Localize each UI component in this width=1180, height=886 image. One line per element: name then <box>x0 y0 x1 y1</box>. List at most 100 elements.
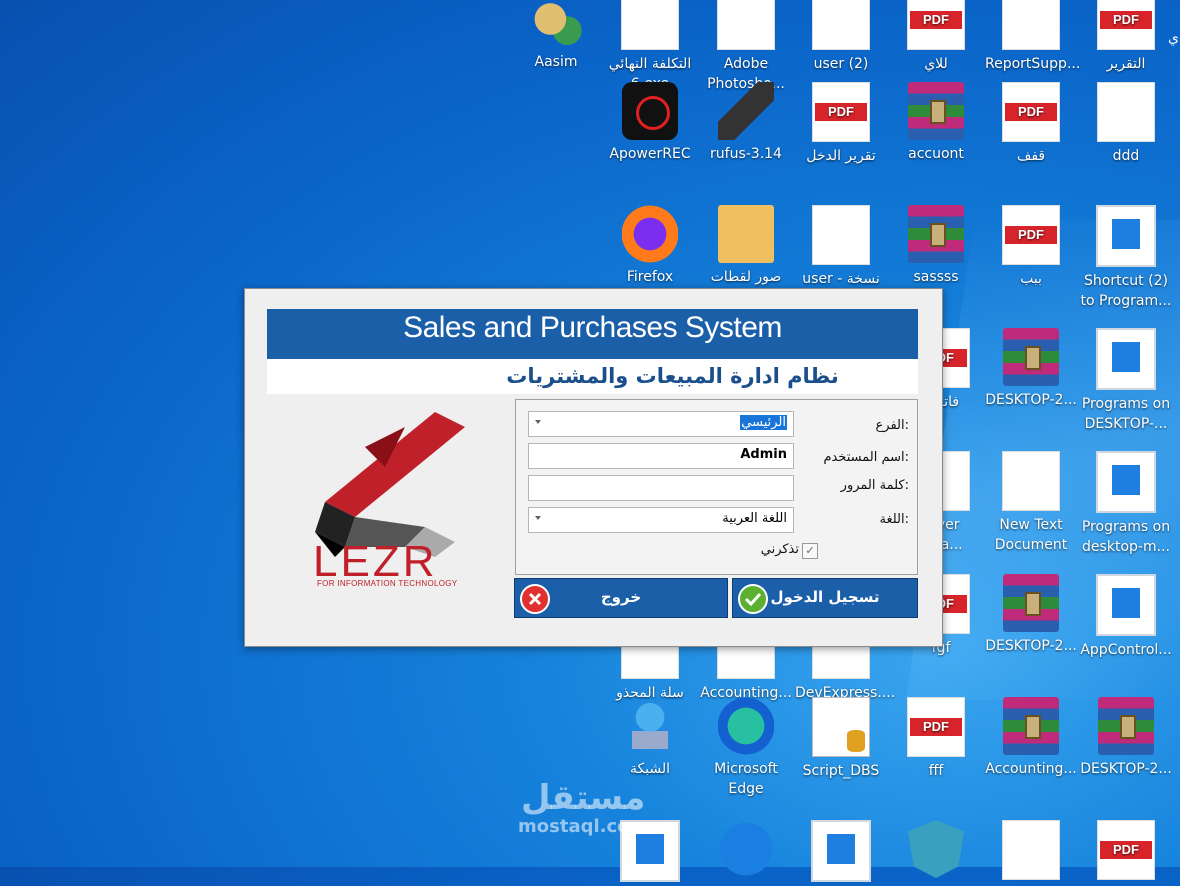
pdf-icon <box>1097 0 1155 50</box>
logo-subtitle: FOR INFORMATION TECHNOLOGY <box>317 579 458 588</box>
desktop-icon[interactable]: New Text Document <box>985 451 1077 555</box>
username-label: اسم المستخدم: <box>823 450 909 465</box>
archive-icon <box>1003 697 1059 755</box>
desktop-icon[interactable]: التكلفة النهائي 6.exe <box>604 0 696 94</box>
usb-icon <box>718 82 774 140</box>
pdf-icon <box>1002 205 1060 265</box>
title-banner: Sales and Purchases System نظام ادارة ال… <box>267 309 918 394</box>
desktop-icon[interactable]: DESKTOP-2... <box>985 574 1077 656</box>
desktop-icon-label: صور لقطات <box>710 269 782 285</box>
desktop-icon[interactable]: Firefox <box>604 205 696 287</box>
desktop-icon-label: fff <box>928 763 944 779</box>
login-button-label: تسجيل الدخول <box>770 588 880 606</box>
pdf-icon <box>907 697 965 757</box>
desktop-icon[interactable]: rufus-3.14 <box>700 82 792 164</box>
branch-select[interactable]: الرئيسي <box>528 411 794 437</box>
desktop-icon[interactable]: تقرير الدخل <box>795 82 887 166</box>
desktop-icon[interactable]: Accounting... <box>985 697 1077 779</box>
desktop-icon-label: DESKTOP-2... <box>1080 761 1172 777</box>
desktop-icon[interactable]: DESKTOP-2... <box>985 328 1077 410</box>
chevron-down-icon[interactable] <box>535 516 541 520</box>
archive-icon <box>1003 328 1059 386</box>
desktop-icon-label: user (2) <box>813 56 869 72</box>
desktop-icon[interactable] <box>1080 820 1172 884</box>
desktop-icon[interactable]: user - نسخة <box>795 205 887 289</box>
pdf-icon <box>1097 820 1155 880</box>
desktop-icon[interactable] <box>700 820 792 882</box>
desktop-icon[interactable]: قفف <box>985 82 1077 166</box>
desktop-icon[interactable]: Programs on DESKTOP-... <box>1080 328 1172 434</box>
password-field[interactable] <box>528 475 794 501</box>
desktop-icon-label: ApowerREC <box>609 146 691 162</box>
desktop-icon[interactable]: user (2) <box>795 0 887 74</box>
username-value: Admin <box>740 447 787 462</box>
edge-icon <box>718 697 774 755</box>
desktop-icon[interactable]: sassss <box>890 205 982 287</box>
window-icon <box>1096 328 1156 390</box>
desktop-icon[interactable]: AppControl... <box>1080 574 1172 660</box>
desktop-icon[interactable]: ReportSupp... <box>985 0 1080 74</box>
username-field[interactable]: Admin <box>528 443 794 469</box>
desktop-icon[interactable]: Aasim <box>510 0 602 72</box>
window-icon <box>811 820 871 882</box>
desktop-icon[interactable] <box>795 820 887 886</box>
exit-button[interactable]: خروج <box>514 578 728 618</box>
pdf-icon <box>1002 82 1060 142</box>
remember-checkbox[interactable]: ✓ <box>802 543 818 559</box>
chevron-down-icon[interactable] <box>535 420 541 424</box>
login-button[interactable]: تسجيل الدخول <box>732 578 918 618</box>
desktop-icon[interactable]: صور لقطات <box>700 205 792 287</box>
desktop-icon[interactable]: ببب <box>985 205 1077 289</box>
language-select[interactable]: اللغة العربية <box>528 507 794 533</box>
desktop-icon-label: Aasim <box>534 54 578 70</box>
desktop-icon[interactable] <box>985 820 1077 884</box>
desktop-icon[interactable]: Adobe Photosho... <box>700 0 792 94</box>
login-form: الفرع: الرئيسي اسم المستخدم: Admin كلمة … <box>515 399 918 575</box>
desktop-icon[interactable] <box>890 820 982 882</box>
recorder-icon <box>622 82 678 140</box>
doc-icon <box>1097 82 1155 142</box>
desktop-icon-label: للاي <box>924 56 948 72</box>
desktop-icon-label: ببب <box>1020 271 1042 287</box>
desktop-icon-label: Accounting... <box>985 761 1077 777</box>
desktop-icon[interactable]: Script_DBS <box>795 697 887 781</box>
desktop-icon-label: الشبكة <box>629 761 671 777</box>
desktop-icon[interactable]: DESKTOP-2... <box>1080 697 1172 779</box>
desktop-icon-label: DESKTOP-2... <box>985 638 1077 654</box>
desktop-icon-label: Microsoft Edge <box>714 761 778 797</box>
desktop-icon[interactable]: التقرير <box>1080 0 1172 74</box>
desktop-icon-label: ddd <box>1112 148 1140 164</box>
desktop-icon-label: Firefox <box>626 269 674 285</box>
network-icon <box>622 697 678 755</box>
script-icon <box>812 697 870 757</box>
desktop-icon-label: AppControl... <box>1080 642 1172 658</box>
desktop-icon[interactable]: fff <box>890 697 982 781</box>
desktop-icon[interactable]: الشبكة <box>604 697 696 779</box>
app-title-arabic: نظام ادارة المبيعات والمشتريات <box>267 359 918 394</box>
watermark-arabic: مستقل <box>520 778 646 818</box>
desktop-icon[interactable]: Microsoft Edge <box>700 697 792 799</box>
password-label: كلمة المرور: <box>840 478 909 493</box>
desktop-icon-label: accuont <box>908 146 964 162</box>
desktop-icon[interactable]: accuont <box>890 82 982 164</box>
doc-icon <box>1002 451 1060 511</box>
person-icon <box>528 0 584 48</box>
desktop-icon-label: Programs on DESKTOP-... <box>1081 396 1171 432</box>
desktop-icon[interactable]: ddd <box>1080 82 1172 166</box>
app-title-english: Sales and Purchases System <box>403 311 782 344</box>
window-icon <box>1096 574 1156 636</box>
photoshop-icon <box>717 0 775 50</box>
desktop-icon[interactable]: Programs on desktop-m... <box>1080 451 1172 557</box>
desktop-icon[interactable]: للاي <box>890 0 982 74</box>
desktop-icon-label: sassss <box>913 269 959 285</box>
desktop-icon[interactable]: ApowerREC <box>604 82 696 164</box>
pdf-icon <box>907 0 965 50</box>
user-doc-icon <box>812 0 870 50</box>
mostaql-watermark: مستقل mostaql.com <box>518 780 648 837</box>
desktop-icon[interactable]: Shortcut (2) to Program... <box>1080 205 1172 311</box>
language-value: اللغة العربية <box>722 511 787 526</box>
desktop-icon-label: التقرير <box>1106 56 1146 72</box>
desktop-icon-label: user - نسخة <box>802 271 880 287</box>
app-title-arabic-text: نظام ادارة المبيعات والمشتريات <box>506 364 839 388</box>
desktop-icon-label: Programs on desktop-m... <box>1081 519 1171 555</box>
